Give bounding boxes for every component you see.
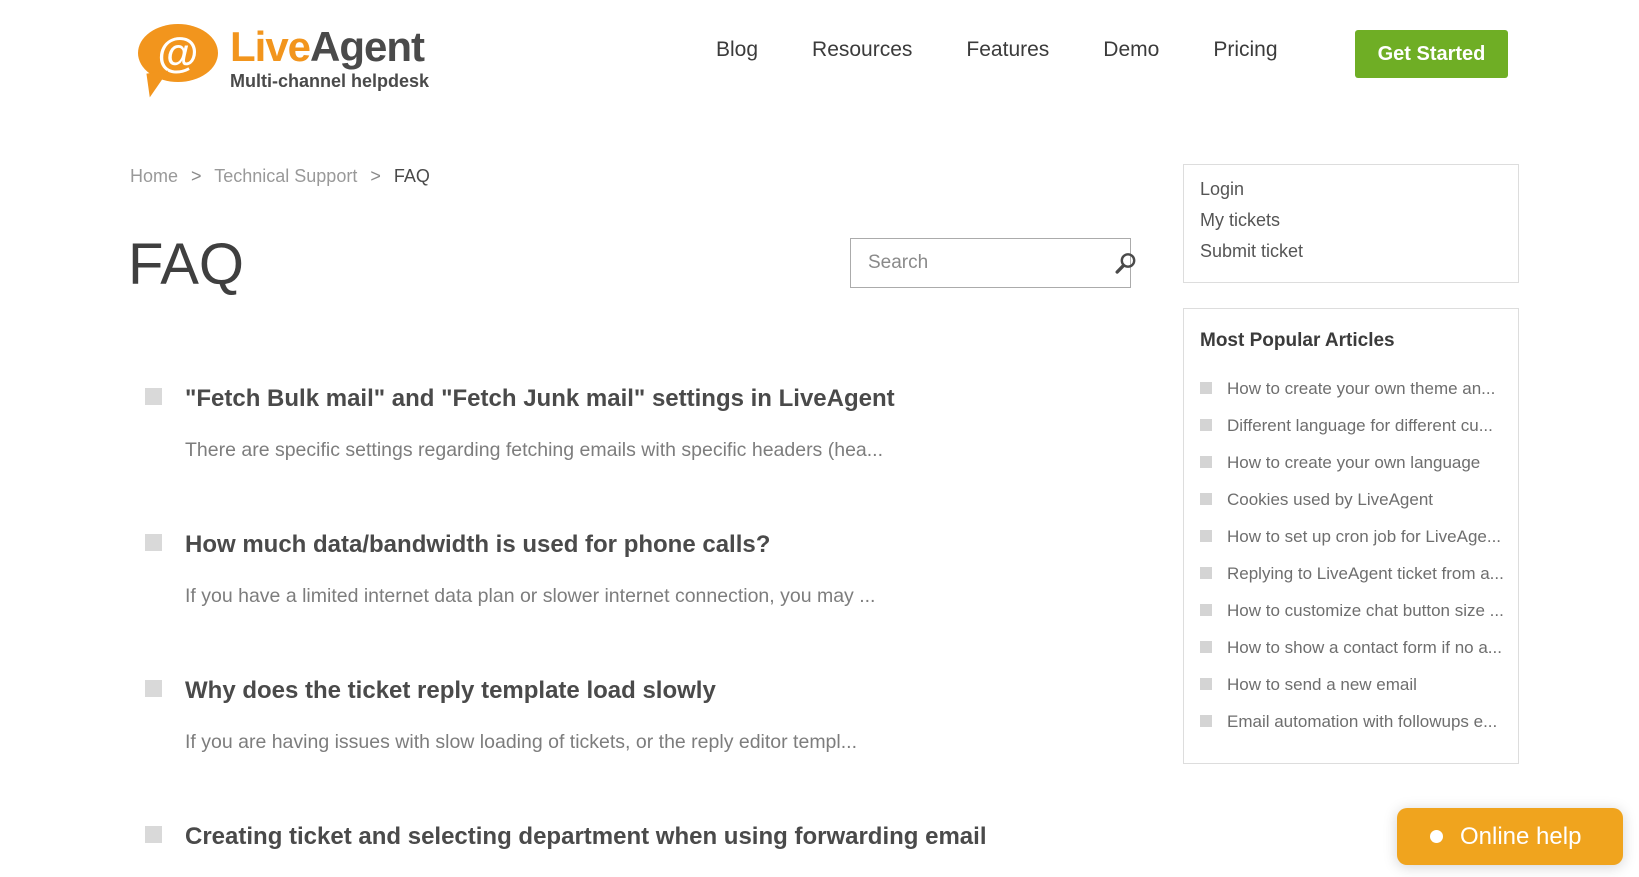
popular-article-label: How to create your own theme an... <box>1227 379 1495 398</box>
brand-live: Live <box>230 23 310 70</box>
brand-agent: Agent <box>310 23 424 70</box>
magnifier-icon[interactable] <box>1113 251 1138 276</box>
square-bullet-icon <box>1200 493 1212 505</box>
nav-item-demo[interactable]: Demo <box>1103 38 1159 62</box>
breadcrumb-separator: > <box>191 166 202 186</box>
breadcrumb: Home > Technical Support > FAQ <box>130 166 430 187</box>
faq-article-excerpt: If you are having issues with slow loadi… <box>185 729 1155 755</box>
search-input[interactable] <box>851 252 1113 274</box>
submit-ticket-link[interactable]: Submit ticket <box>1200 242 1518 260</box>
status-dot-icon <box>1430 830 1443 843</box>
faq-article-title[interactable]: Creating ticket and selecting department… <box>185 821 1155 853</box>
popular-article-label: Cookies used by LiveAgent <box>1227 490 1433 509</box>
nav-item-blog[interactable]: Blog <box>716 38 758 62</box>
square-bullet-icon <box>1200 641 1212 653</box>
faq-article-item: Creating ticket and selecting department… <box>145 821 1155 853</box>
square-bullet-icon <box>1200 530 1212 542</box>
popular-article-link[interactable]: How to create your own theme an... <box>1200 378 1504 402</box>
breadcrumb-separator: > <box>370 166 381 186</box>
faq-article-item: Why does the ticket reply template load … <box>145 675 1155 755</box>
brand-tagline: Multi-channel helpdesk <box>230 71 429 92</box>
nav-item-resources[interactable]: Resources <box>812 38 912 62</box>
faq-article-title[interactable]: "Fetch Bulk mail" and "Fetch Junk mail" … <box>185 383 1155 415</box>
faq-article-title[interactable]: Why does the ticket reply template load … <box>185 675 1155 707</box>
get-started-button[interactable]: Get Started <box>1355 30 1508 78</box>
square-bullet-icon <box>1200 567 1212 579</box>
faq-article-list: "Fetch Bulk mail" and "Fetch Junk mail" … <box>145 383 1155 877</box>
popular-article-link[interactable]: How to show a contact form if no a... <box>1200 637 1504 661</box>
nav-item-features[interactable]: Features <box>966 38 1049 62</box>
square-bullet-icon <box>145 388 162 405</box>
square-bullet-icon <box>145 826 162 843</box>
search-box <box>850 238 1131 288</box>
popular-article-link[interactable]: Email automation with followups e... <box>1200 711 1504 735</box>
most-popular-articles-title: Most Popular Articles <box>1200 330 1504 352</box>
page-title: FAQ <box>128 234 244 296</box>
popular-article-label: How to show a contact form if no a... <box>1227 638 1502 657</box>
brand-text: LiveAgent Multi-channel helpdesk <box>230 24 429 92</box>
most-popular-articles-box: Most Popular Articles How to create your… <box>1183 308 1519 764</box>
square-bullet-icon <box>1200 456 1212 468</box>
popular-article-label: Replying to LiveAgent ticket from a... <box>1227 564 1504 583</box>
popular-article-link[interactable]: How to create your own language <box>1200 452 1504 476</box>
square-bullet-icon <box>1200 604 1212 616</box>
faq-article-excerpt: There are specific settings regarding fe… <box>185 437 1155 463</box>
breadcrumb-home[interactable]: Home <box>130 166 178 186</box>
liveagent-logo[interactable]: @ LiveAgent Multi-channel helpdesk <box>138 24 429 92</box>
faq-article-item: "Fetch Bulk mail" and "Fetch Junk mail" … <box>145 383 1155 463</box>
at-symbol: @ <box>158 32 199 74</box>
account-box: Login My tickets Submit ticket <box>1183 164 1519 283</box>
nav-item-pricing[interactable]: Pricing <box>1213 38 1277 62</box>
online-help-button[interactable]: Online help <box>1397 808 1623 865</box>
faq-article-item: How much data/bandwidth is used for phon… <box>145 529 1155 609</box>
popular-article-link[interactable]: Different language for different cu... <box>1200 415 1504 439</box>
popular-article-label: Email automation with followups e... <box>1227 712 1497 731</box>
faq-article-excerpt: If you have a limited internet data plan… <box>185 583 1155 609</box>
square-bullet-icon <box>1200 678 1212 690</box>
popular-article-label: How to customize chat button size ... <box>1227 601 1504 620</box>
breadcrumb-technical-support[interactable]: Technical Support <box>214 166 357 186</box>
brand-name: LiveAgent <box>230 24 429 70</box>
login-link[interactable]: Login <box>1200 180 1518 198</box>
square-bullet-icon <box>1200 715 1212 727</box>
popular-article-label: How to set up cron job for LiveAge... <box>1227 527 1501 546</box>
speech-bubble-icon: @ <box>138 24 218 82</box>
square-bullet-icon <box>1200 382 1212 394</box>
most-popular-articles-list: How to create your own theme an... Diffe… <box>1200 378 1504 735</box>
faq-article-title[interactable]: How much data/bandwidth is used for phon… <box>185 529 1155 561</box>
square-bullet-icon <box>145 534 162 551</box>
square-bullet-icon <box>1200 419 1212 431</box>
main-nav: Blog Resources Features Demo Pricing <box>716 38 1278 62</box>
breadcrumb-current-faq: FAQ <box>394 166 430 186</box>
popular-article-link[interactable]: How to set up cron job for LiveAge... <box>1200 526 1504 550</box>
popular-article-label: How to create your own language <box>1227 453 1480 472</box>
online-help-label: Online help <box>1460 823 1581 851</box>
popular-article-link[interactable]: Cookies used by LiveAgent <box>1200 489 1504 513</box>
popular-article-link[interactable]: How to customize chat button size ... <box>1200 600 1504 624</box>
popular-article-label: Different language for different cu... <box>1227 416 1493 435</box>
popular-article-label: How to send a new email <box>1227 675 1417 694</box>
popular-article-link[interactable]: How to send a new email <box>1200 674 1504 698</box>
popular-article-link[interactable]: Replying to LiveAgent ticket from a... <box>1200 563 1504 587</box>
my-tickets-link[interactable]: My tickets <box>1200 211 1518 229</box>
square-bullet-icon <box>145 680 162 697</box>
